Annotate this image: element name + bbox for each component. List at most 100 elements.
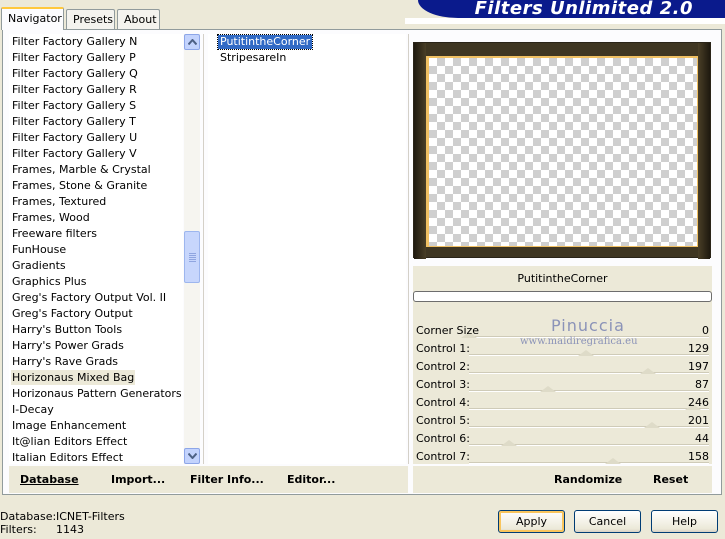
control-label: Corner Size bbox=[416, 324, 480, 337]
category-item[interactable]: Frames, Stone & Granite bbox=[11, 178, 148, 193]
controls-panel: PutitintheCorner Corner Size 0 Control 1: 1… bbox=[413, 266, 712, 464]
control-slider-thumb[interactable] bbox=[604, 458, 621, 464]
navigator-button-bar: Database Import... Filter Info... Editor… bbox=[9, 466, 408, 493]
watermark-name: Pinuccia bbox=[551, 316, 625, 335]
category-item[interactable]: Filter Factory Gallery T bbox=[11, 114, 137, 129]
preview-transparency bbox=[429, 58, 697, 246]
control-value: 44 bbox=[695, 432, 709, 445]
status-database-value: ICNET-Filters bbox=[56, 510, 125, 523]
control-label: Control 5: bbox=[416, 414, 470, 427]
filter-title: PutitintheCorner bbox=[517, 272, 608, 285]
divider bbox=[408, 34, 409, 464]
control-value: 246 bbox=[688, 396, 709, 409]
control-value: 87 bbox=[695, 378, 709, 391]
control-row: Control 3: 87 bbox=[413, 376, 712, 394]
filter-info-button[interactable]: Filter Info... bbox=[190, 473, 264, 486]
scroll-down-button[interactable] bbox=[184, 448, 200, 464]
control-value: 158 bbox=[688, 450, 709, 463]
control-value: 129 bbox=[688, 342, 709, 355]
control-value: 0 bbox=[702, 324, 709, 337]
filter-item[interactable]: StripesareIn bbox=[218, 51, 288, 65]
category-item[interactable]: Graphics Plus bbox=[11, 274, 87, 289]
tab-navigator[interactable]: Navigator bbox=[1, 7, 64, 30]
category-item[interactable]: Filter Factory Gallery R bbox=[11, 82, 138, 97]
category-item[interactable]: Filter Factory Gallery V bbox=[11, 146, 138, 161]
control-label: Control 2: bbox=[416, 360, 470, 373]
category-item[interactable]: Frames, Textured bbox=[11, 194, 107, 209]
category-item[interactable]: Greg's Factory Output Vol. II bbox=[11, 290, 167, 305]
randomize-button[interactable]: Randomize bbox=[554, 473, 622, 486]
control-value: 197 bbox=[688, 360, 709, 373]
app-banner-title: Filters Unlimited 2.0 bbox=[418, 0, 725, 18]
control-row: Control 5: 201 bbox=[413, 412, 712, 430]
control-row: Control 6: 44 bbox=[413, 430, 712, 448]
category-item[interactable]: Filter Factory Gallery S bbox=[11, 98, 137, 113]
category-item[interactable]: FunHouse bbox=[11, 242, 67, 257]
reset-button[interactable]: Reset bbox=[653, 473, 688, 486]
divider bbox=[203, 34, 204, 464]
category-item[interactable]: Frames, Wood bbox=[11, 210, 91, 225]
control-slider-thumb[interactable] bbox=[578, 350, 595, 356]
category-item[interactable]: Harry's Button Tools bbox=[11, 322, 123, 337]
control-slider-track[interactable] bbox=[469, 462, 709, 464]
cancel-button[interactable]: Cancel bbox=[574, 510, 641, 533]
category-item[interactable]: It@lian Editors Effect bbox=[11, 434, 128, 449]
category-item[interactable]: Filter Factory Gallery P bbox=[11, 50, 137, 65]
watermark-url: www.maidiregrafica.eu bbox=[520, 336, 638, 347]
control-value: 201 bbox=[688, 414, 709, 427]
filter-item[interactable]: PutitintheCorner bbox=[216, 34, 314, 50]
category-item[interactable]: Harry's Rave Grads bbox=[11, 354, 119, 369]
control-label: Control 1: bbox=[416, 342, 470, 355]
category-item[interactable]: Freeware filters bbox=[11, 226, 98, 241]
editor-button[interactable]: Editor... bbox=[287, 473, 335, 486]
category-item[interactable]: Filter Factory Gallery U bbox=[11, 130, 138, 145]
status-info: Database:ICNET-Filters Filters: 1143 bbox=[0, 510, 125, 536]
chevron-up-icon bbox=[188, 39, 197, 45]
control-slider-thumb[interactable] bbox=[643, 422, 660, 428]
category-item[interactable]: Filter Factory Gallery N bbox=[11, 34, 138, 49]
apply-button[interactable]: Apply bbox=[498, 510, 565, 533]
database-button[interactable]: Database bbox=[20, 473, 79, 486]
controls-button-bar: Randomize Reset bbox=[413, 466, 712, 493]
category-item[interactable]: Image Enhancement bbox=[11, 418, 127, 433]
control-label: Control 6: bbox=[416, 432, 470, 445]
status-filters-label: Filters: bbox=[0, 523, 37, 536]
tab-about[interactable]: About bbox=[117, 9, 160, 29]
category-item[interactable]: Italian Editors Effect bbox=[11, 450, 124, 464]
tab-presets[interactable]: Presets bbox=[66, 9, 115, 29]
control-label: Control 7: bbox=[416, 450, 470, 463]
control-slider-track[interactable] bbox=[469, 372, 709, 374]
status-database-label: Database: bbox=[0, 510, 57, 523]
control-slider-thumb[interactable] bbox=[540, 386, 557, 392]
control-slider-thumb[interactable] bbox=[640, 368, 657, 374]
control-row: Control 2: 197 bbox=[413, 358, 712, 376]
help-button[interactable]: Help bbox=[651, 510, 718, 533]
import-button[interactable]: Import... bbox=[111, 473, 165, 486]
category-item[interactable]: Horizonaus Pattern Generators bbox=[11, 386, 183, 401]
category-item[interactable]: Filter Factory Gallery Q bbox=[11, 66, 139, 81]
chevron-down-icon bbox=[188, 453, 197, 459]
control-slider-track[interactable] bbox=[469, 408, 709, 410]
preview-image bbox=[413, 42, 711, 259]
category-list[interactable]: Filter Factory Gallery N Filter Factory G… bbox=[9, 34, 183, 464]
category-item[interactable]: Gradients bbox=[11, 258, 67, 273]
control-slider-thumb[interactable] bbox=[501, 440, 518, 446]
category-scrollbar[interactable] bbox=[184, 34, 200, 464]
control-slider-track[interactable] bbox=[469, 390, 709, 392]
banner-strip bbox=[405, 18, 725, 24]
progress-bar bbox=[413, 291, 712, 302]
control-label: Control 4: bbox=[416, 396, 470, 409]
status-filters-value: 1143 bbox=[56, 523, 84, 536]
filter-list[interactable]: PutitintheCorner StripesareIn bbox=[208, 34, 406, 464]
category-item[interactable]: Harry's Power Grads bbox=[11, 338, 125, 353]
control-slider-track[interactable] bbox=[469, 426, 709, 428]
control-row: Control 7: 158 bbox=[413, 448, 712, 466]
category-item[interactable]: Frames, Marble & Crystal bbox=[11, 162, 152, 177]
control-label: Control 3: bbox=[416, 378, 470, 391]
category-item[interactable]: I-Decay bbox=[11, 402, 55, 417]
category-item[interactable]: Greg's Factory Output bbox=[11, 306, 134, 321]
scroll-thumb[interactable] bbox=[184, 231, 200, 283]
category-item[interactable]: Horizonaus Mixed Bag bbox=[11, 370, 136, 385]
control-row: Control 4: 246 bbox=[413, 394, 712, 412]
scroll-up-button[interactable] bbox=[184, 34, 200, 50]
